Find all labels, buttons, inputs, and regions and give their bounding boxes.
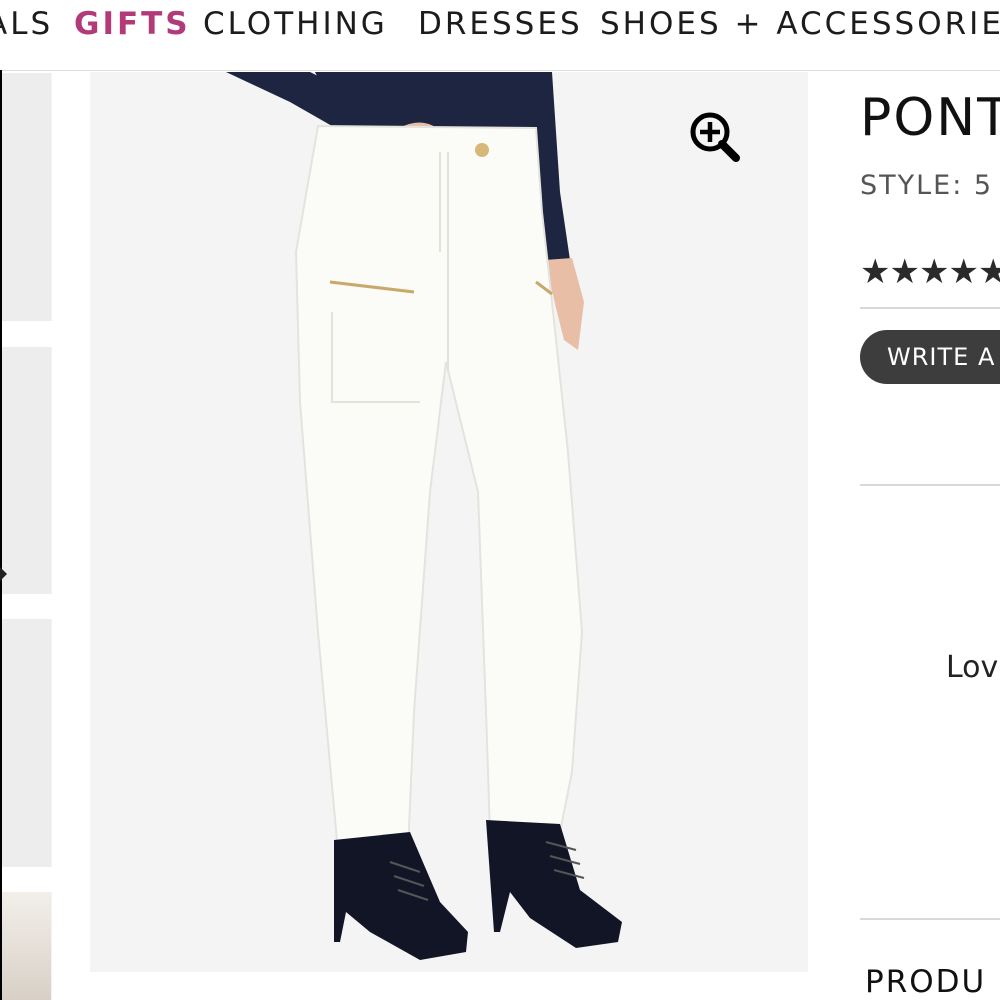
divider — [860, 307, 1000, 309]
zoom-in-icon — [690, 112, 740, 162]
star-icon: ★ — [948, 253, 979, 291]
star-icon: ★ — [860, 253, 891, 291]
nav-item-clothing[interactable]: CLOTHING — [203, 6, 388, 42]
divider — [860, 484, 1000, 486]
rating-stars[interactable]: ★★★★★ — [860, 252, 1000, 292]
top-nav: ALS GIFTS CLOTHING DRESSES SHOES + ACCES… — [0, 0, 1000, 71]
thumbnail-2[interactable] — [2, 347, 52, 594]
divider — [860, 918, 1000, 920]
star-icon: ★ — [889, 253, 920, 291]
product-details-heading[interactable]: PRODU — [865, 964, 986, 1000]
nav-item-shoes-accessories[interactable]: SHOES + ACCESSORIES — [600, 6, 1000, 42]
nav-item-dresses[interactable]: DRESSES — [418, 6, 583, 42]
nav-item-als[interactable]: ALS — [0, 6, 53, 42]
write-review-button[interactable]: WRITE A — [860, 330, 1000, 384]
thumbnail-4[interactable] — [2, 892, 52, 1000]
zoom-button[interactable] — [688, 110, 744, 166]
product-main-image[interactable] — [90, 72, 808, 972]
review-snippet: Lov — [946, 650, 999, 685]
nav-item-gifts[interactable]: GIFTS — [74, 6, 191, 42]
product-info-panel: PONT STYLE: 5 ★★★★★ WRITE A Lov PRODU — [860, 72, 1000, 1000]
thumbnail-prev-arrow-icon[interactable] — [0, 567, 7, 581]
star-icon: ★ — [918, 253, 950, 291]
thumbnail-3[interactable] — [2, 619, 52, 867]
star-icon: ★ — [977, 253, 1000, 291]
product-title: PONT — [860, 88, 1000, 148]
product-photo — [226, 72, 622, 960]
product-style-number: STYLE: 5 — [860, 170, 994, 201]
thumbnail-1[interactable] — [2, 73, 52, 321]
